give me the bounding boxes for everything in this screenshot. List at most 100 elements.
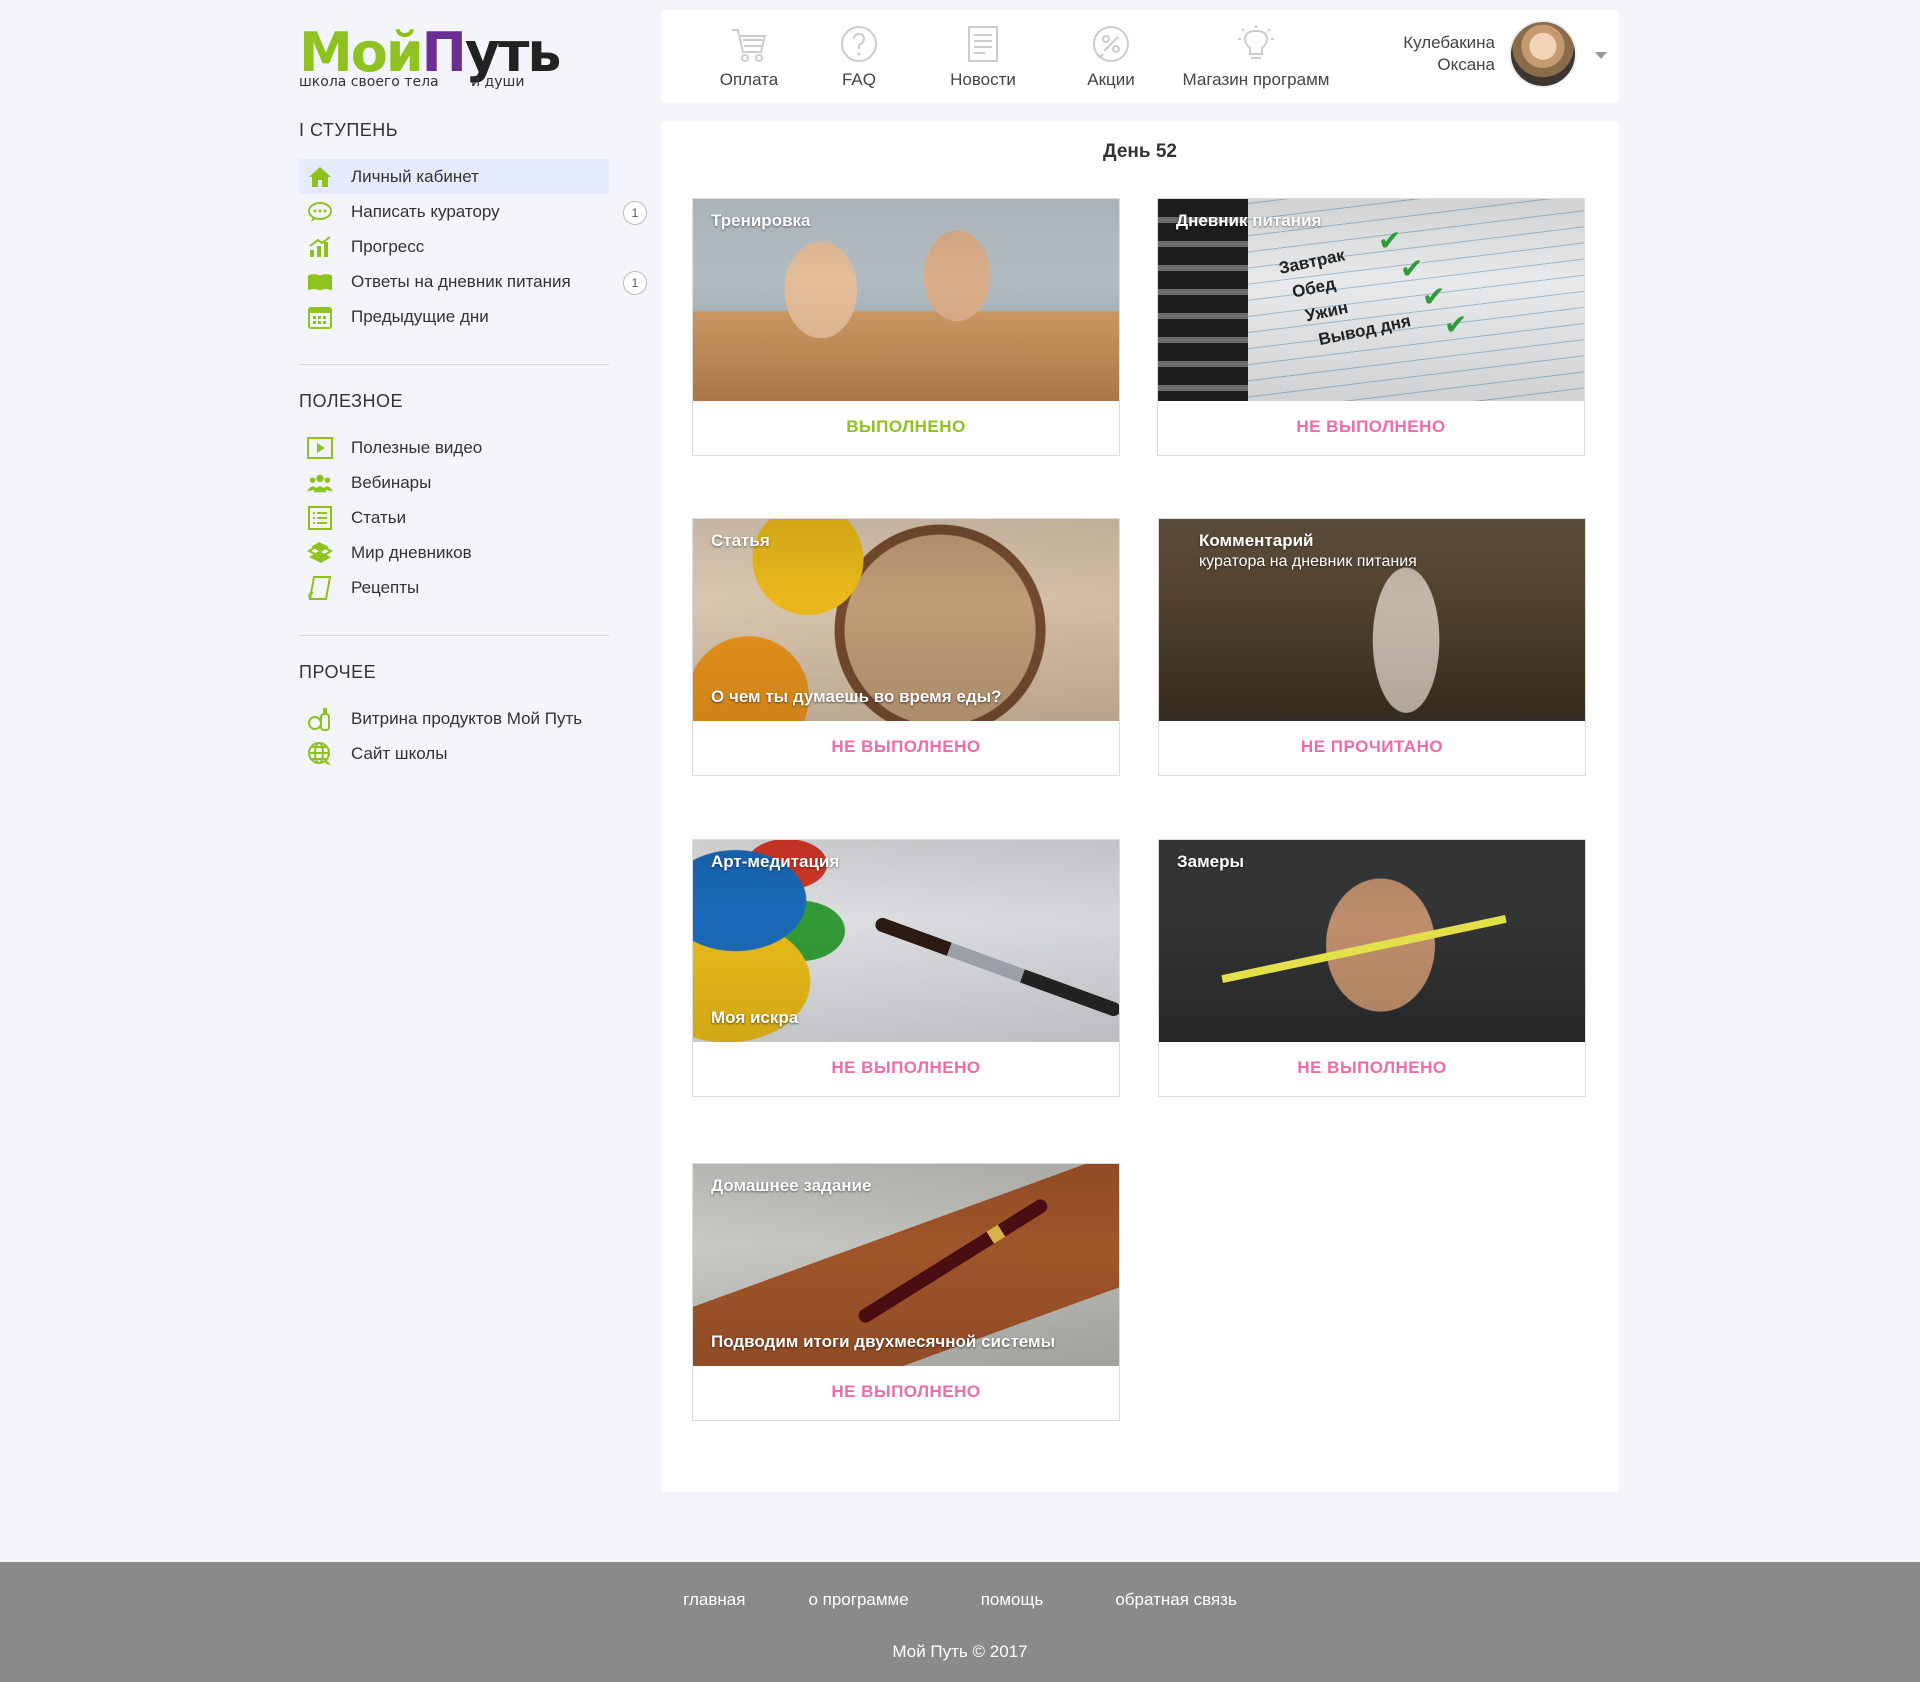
sidebar-item-diaries-world[interactable]: Мир дневников xyxy=(299,535,609,570)
footer-links: главная о программе помощь обратная связ… xyxy=(0,1590,1920,1610)
sidebar: МойПуть школа своего тела и души I СТУПЕ… xyxy=(299,20,647,771)
card-title: Арт-медитация xyxy=(711,852,840,871)
sidebar-item-label: Мир дневников xyxy=(351,542,472,562)
sidebar-item-label: Прогресс xyxy=(351,236,425,256)
globe-icon xyxy=(307,741,333,767)
task-card-measurements[interactable]: Замеры НЕ ВЫПОЛНЕНО xyxy=(1158,839,1586,1097)
home-icon xyxy=(307,164,333,190)
status-badge: НЕ ВЫПОЛНЕНО xyxy=(831,737,981,756)
sidebar-item-label: Рецепты xyxy=(351,577,420,597)
check-icon: ✔ xyxy=(1422,281,1446,312)
task-card-homework[interactable]: Домашнее задание Подводим итоги двухмеся… xyxy=(692,1163,1120,1421)
question-icon xyxy=(841,26,877,62)
nav-label: Новости xyxy=(950,70,1016,89)
sidebar-item-articles[interactable]: Статьи xyxy=(299,500,609,535)
chevron-down-icon[interactable] xyxy=(1595,52,1607,59)
news-doc-icon xyxy=(968,26,998,62)
status-badge: НЕ ВЫПОЛНЕНО xyxy=(831,1382,981,1401)
sidebar-item-useful-videos[interactable]: Полезные видео xyxy=(299,430,609,465)
check-icon: ✔ xyxy=(1378,225,1402,256)
sidebar-item-label: Витрина продуктов Мой Путь xyxy=(351,708,583,728)
nav-promotions[interactable]: Акции xyxy=(1061,24,1161,90)
task-card-curator-comment[interactable]: Комментарий куратора на дневник питания … xyxy=(1158,518,1586,776)
top-navigation: Оплата FAQ Новости Акции Магазин програм… xyxy=(661,10,1619,103)
sidebar-item-webinars[interactable]: Вебинары xyxy=(299,465,609,500)
sidebar-item-school-site[interactable]: Сайт школы xyxy=(299,736,609,771)
nav-label: Оплата xyxy=(719,70,779,89)
nav-payment[interactable]: Оплата xyxy=(699,24,799,90)
footer-link-feedback[interactable]: обратная связь xyxy=(1115,1590,1236,1610)
menu-other: Витрина продуктов Мой Путь Сайт школы xyxy=(299,701,609,771)
section-title-stage-1: I СТУПЕНЬ xyxy=(299,120,399,140)
cart-icon xyxy=(732,29,767,62)
menu-stage-1: Личный кабинет Написать куратору 1 Прогр… xyxy=(299,159,647,334)
footer-link-help[interactable]: помощь xyxy=(981,1590,1044,1610)
nav-program-store[interactable]: Магазин программ xyxy=(1171,24,1341,90)
sidebar-item-write-curator[interactable]: Написать куратору 1 xyxy=(299,194,647,229)
recipe-note-icon xyxy=(307,575,333,601)
lightbulb-icon xyxy=(1238,25,1274,59)
video-play-icon xyxy=(307,435,333,461)
sidebar-item-label: Ответы на дневник питания xyxy=(351,271,571,291)
progress-chart-icon xyxy=(307,234,333,260)
nav-label: Акции xyxy=(1087,70,1135,89)
user-name[interactable]: Кулебакина Оксана xyxy=(1403,32,1495,76)
copyright: Мой Путь © 2017 xyxy=(892,1642,1028,1661)
page-title: День 52 xyxy=(1103,141,1177,162)
card-subtitle: Подводим итоги двухмесячной системы xyxy=(711,1332,1056,1351)
sidebar-item-diary-answers[interactable]: Ответы на дневник питания 1 xyxy=(299,264,647,299)
status-badge: НЕ ВЫПОЛНЕНО xyxy=(1296,417,1446,436)
checkmarks: ✔ ✔ ✔ ✔ xyxy=(1378,227,1467,339)
unread-count-badge: 1 xyxy=(623,201,647,225)
status-badge: НЕ ВЫПОЛНЕНО xyxy=(1297,1058,1447,1077)
sidebar-item-label: Личный кабинет xyxy=(351,166,479,186)
footer-link-home[interactable]: главная xyxy=(683,1590,745,1610)
measuring-tape xyxy=(1221,914,1507,984)
logo-tagline-1: школа своего тела xyxy=(299,74,439,90)
sidebar-item-product-showcase[interactable]: Витрина продуктов Мой Путь xyxy=(299,701,609,736)
sidebar-item-label: Написать куратору xyxy=(351,201,500,221)
sidebar-item-label: Вебинары xyxy=(351,472,432,492)
logo-wordmark: МойПуть xyxy=(299,21,562,84)
card-title: Замеры xyxy=(1177,852,1245,871)
sidebar-item-recipes[interactable]: Рецепты xyxy=(299,570,609,605)
section-title-useful: ПОЛЕЗНОЕ xyxy=(299,391,404,411)
footer: главная о программе помощь обратная связ… xyxy=(0,1562,1920,1682)
paintbrush xyxy=(873,915,1119,1019)
people-group-icon xyxy=(307,470,333,496)
user-last-name: Кулебакина xyxy=(1403,33,1495,52)
section-title-other: ПРОЧЕЕ xyxy=(299,662,377,682)
status-badge: НЕ ВЫПОЛНЕНО xyxy=(831,1058,981,1077)
status-badge: НЕ ПРОЧИТАНО xyxy=(1300,737,1444,756)
card-title: Домашнее задание xyxy=(711,1176,872,1195)
card-title: Статья xyxy=(711,531,770,550)
task-card-article[interactable]: Статья О чем ты думаешь во время еды? НЕ… xyxy=(692,518,1120,776)
percent-badge-icon xyxy=(1093,26,1129,62)
card-subtitle: О чем ты думаешь во время еды? xyxy=(711,687,1002,706)
task-card-training[interactable]: Тренировка ВЫПОЛНЕНО xyxy=(692,198,1120,456)
books-stack-icon xyxy=(307,540,333,566)
calendar-icon xyxy=(307,304,333,330)
check-icon: ✔ xyxy=(1400,253,1424,284)
sidebar-item-label: Полезные видео xyxy=(351,437,483,457)
sidebar-divider xyxy=(299,364,609,365)
status-badge: ВЫПОЛНЕНО xyxy=(846,417,966,436)
avatar[interactable] xyxy=(1509,20,1577,88)
sidebar-divider xyxy=(299,635,609,636)
card-title: Комментарий xyxy=(1199,531,1314,550)
nav-faq[interactable]: FAQ xyxy=(819,24,899,90)
task-card-food-diary[interactable]: Завтрак Обед Ужин Вывод дня ✔ ✔ ✔ ✔ Днев… xyxy=(1157,198,1585,456)
sidebar-item-personal-cabinet[interactable]: Личный кабинет xyxy=(299,159,609,194)
footer-link-about[interactable]: о программе xyxy=(808,1590,908,1610)
unread-count-badge: 1 xyxy=(623,271,647,295)
task-card-art-meditation[interactable]: Арт-медитация Моя искра НЕ ВЫПОЛНЕНО xyxy=(692,839,1120,1097)
menu-useful: Полезные видео Вебинары Статьи Мир дневн… xyxy=(299,430,609,605)
card-title: Тренировка xyxy=(711,211,811,230)
nav-news[interactable]: Новости xyxy=(923,24,1043,90)
sidebar-item-previous-days[interactable]: Предыдущие дни xyxy=(299,299,609,334)
logo[interactable]: МойПуть школа своего тела и души xyxy=(299,20,609,100)
check-icon: ✔ xyxy=(1444,309,1468,340)
sidebar-item-progress[interactable]: Прогресс xyxy=(299,229,609,264)
chat-icon xyxy=(307,199,333,225)
user-first-name: Оксана xyxy=(1437,55,1495,74)
